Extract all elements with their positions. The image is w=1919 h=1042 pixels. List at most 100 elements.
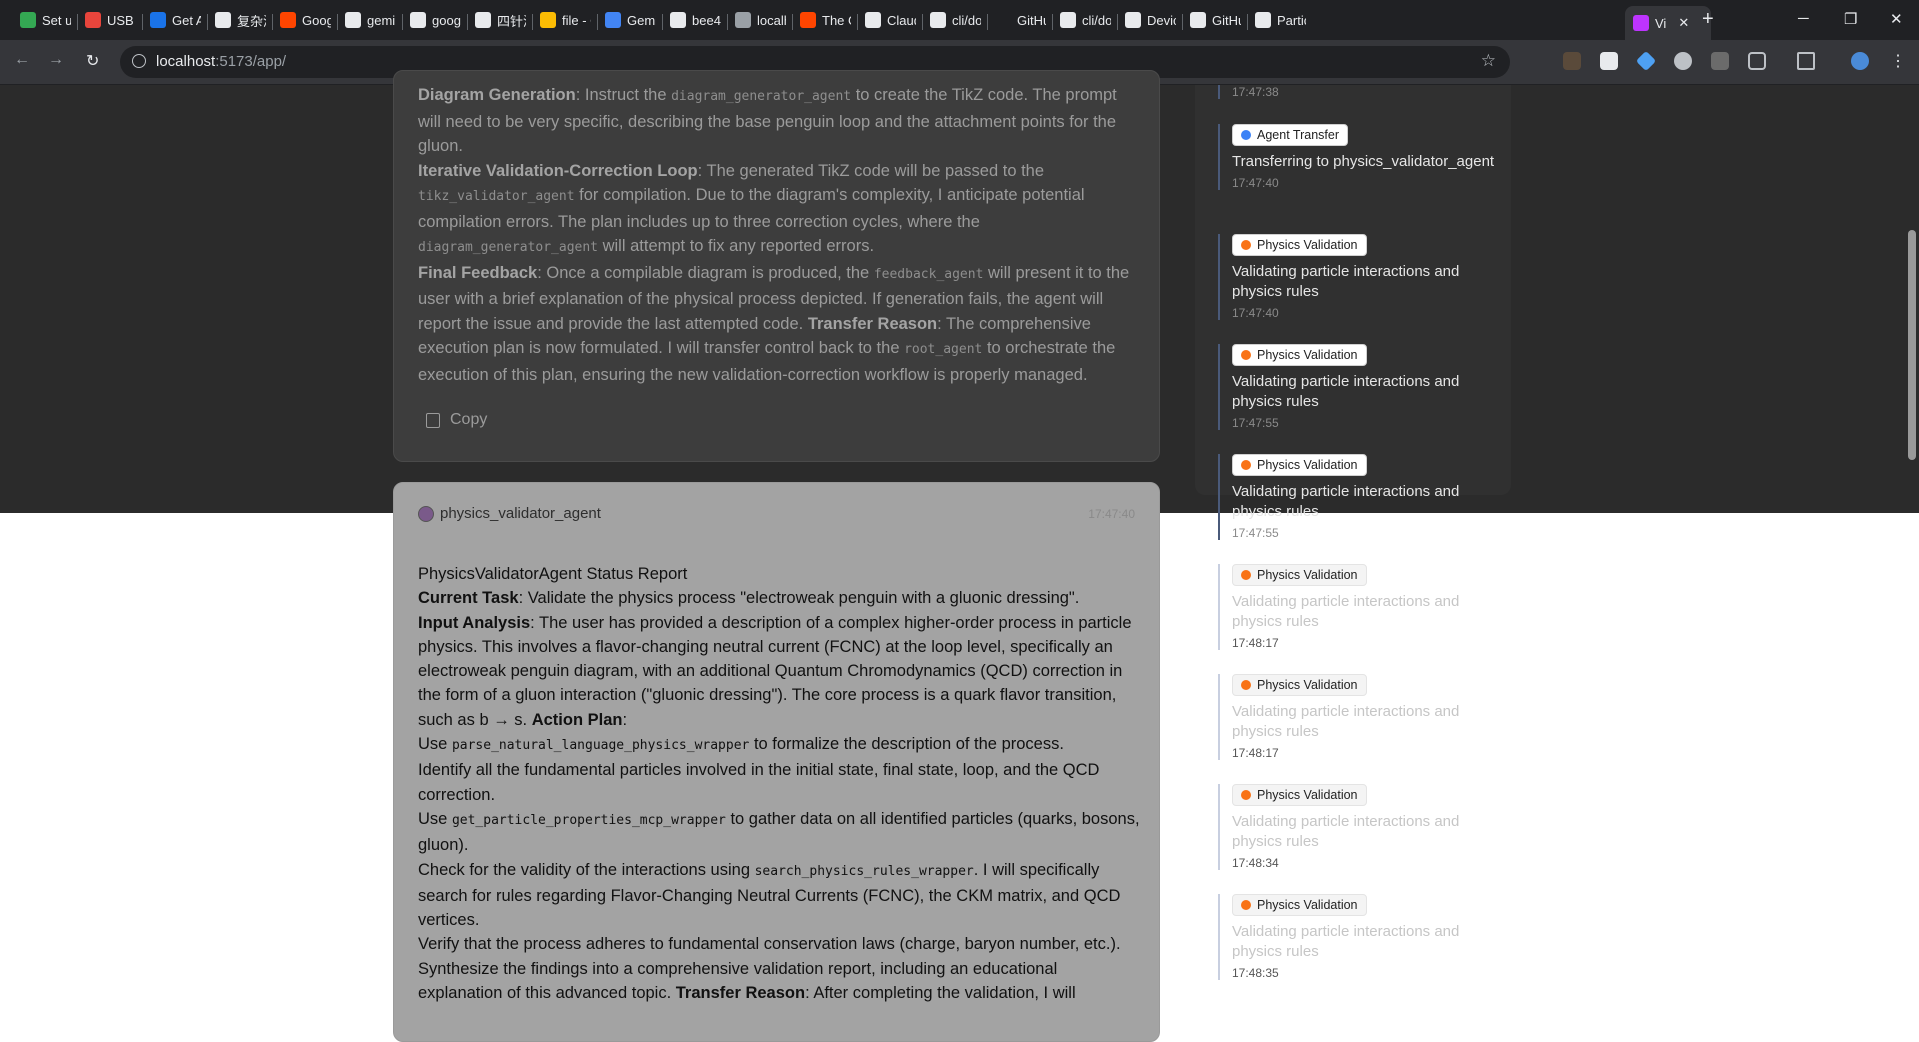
tab-favicon-icon xyxy=(540,12,556,28)
extensions-puzzle-icon[interactable] xyxy=(1748,52,1766,70)
section-label: Current Task xyxy=(418,589,519,608)
section-text: : Validate the physics process "electrow… xyxy=(518,589,1080,608)
tab-separator xyxy=(857,14,858,30)
forward-button[interactable]: → xyxy=(48,51,64,69)
copy-button[interactable]: Copy xyxy=(426,411,487,429)
badge-label: Physics Validation xyxy=(1257,348,1358,362)
event-badge: Physics Validation xyxy=(1232,344,1367,366)
timeline-title: Validating particle interactions and phy… xyxy=(1232,373,1460,410)
report-section: Current Task: Validate the physics proce… xyxy=(418,586,1143,610)
browser-tab[interactable]: cli/do xyxy=(1060,8,1111,32)
tab-label: GitHu xyxy=(1212,12,1241,28)
tab-separator xyxy=(467,14,468,30)
timeline-item[interactable]: Agent Transfer Transferring to physics_va… xyxy=(1218,124,1498,190)
tab-favicon-icon xyxy=(865,12,881,28)
browser-tab[interactable]: Gemin xyxy=(605,8,656,32)
event-badge: Physics Validation xyxy=(1232,234,1367,256)
browser-tab[interactable]: cli/do xyxy=(930,8,981,32)
browser-tab[interactable]: file - C xyxy=(540,8,591,32)
tab-separator xyxy=(1182,14,1183,30)
tab-label: Partic xyxy=(1277,12,1306,28)
tab-favicon-icon xyxy=(1125,12,1141,28)
step-label: Transfer Reason xyxy=(807,314,938,333)
inline-code: get_particle_properties_mcp_wrapper xyxy=(451,812,726,828)
extension-icon[interactable] xyxy=(1635,50,1657,72)
event-type-icon xyxy=(1241,460,1251,470)
timeline-item[interactable]: Physics Validation Validating particle in… xyxy=(1218,894,1498,980)
timeline-item[interactable]: Physics Validation Validating particle in… xyxy=(1218,784,1498,870)
timeline-time: 17:47:38 xyxy=(1232,85,1279,99)
bookmark-star-icon[interactable]: ☆ xyxy=(1481,51,1496,71)
step-text: : The generated TikZ code will be passed… xyxy=(697,161,1045,180)
browser-tab[interactable]: Googl xyxy=(280,8,331,32)
scrollbar[interactable] xyxy=(1908,230,1916,460)
tab-separator xyxy=(1052,14,1053,30)
minimize-icon[interactable]: ─ xyxy=(1798,10,1809,27)
browser-tab[interactable]: Set up xyxy=(20,8,71,32)
inline-code: diagram_generator_agent xyxy=(671,89,852,104)
step-text: Use xyxy=(418,809,452,828)
event-type-icon xyxy=(1241,680,1251,690)
browser-tab[interactable]: 四针湿 xyxy=(475,8,526,32)
site-info-icon[interactable] xyxy=(132,54,146,68)
profile-avatar[interactable] xyxy=(1851,52,1869,70)
tab-label: Get A xyxy=(172,12,201,28)
tab-favicon-icon xyxy=(345,12,361,28)
browser-tab[interactable]: Claud xyxy=(865,8,916,32)
timeline-item[interactable]: Physics Validation Validating particle in… xyxy=(1218,344,1498,430)
timeline-title: Validating particle interactions and phy… xyxy=(1232,483,1460,520)
event-type-icon xyxy=(1241,130,1251,140)
tab-favicon-icon xyxy=(800,12,816,28)
tab-label: cli/do xyxy=(952,12,981,28)
browser-tab[interactable]: GitHu xyxy=(995,8,1046,32)
restore-icon[interactable]: ❐ xyxy=(1844,10,1857,28)
step-text: : Instruct the xyxy=(575,86,672,104)
section-label: Action Plan xyxy=(531,710,623,729)
close-window-icon[interactable]: ✕ xyxy=(1890,10,1903,28)
tab-separator xyxy=(337,14,338,30)
tab-favicon-icon xyxy=(670,12,686,28)
timeline-item[interactable]: Physics Validation Validating particle in… xyxy=(1218,564,1498,650)
extension-icon[interactable] xyxy=(1563,52,1581,70)
new-tab-button[interactable]: + xyxy=(1702,8,1714,31)
browser-tab[interactable]: USB C xyxy=(85,8,136,32)
tab-favicon-icon xyxy=(85,12,101,28)
copy-icon xyxy=(426,412,440,428)
event-type-icon xyxy=(1241,240,1251,250)
reload-button[interactable]: ↻ xyxy=(86,51,99,71)
timeline-item[interactable]: Physics Validation Validating particle in… xyxy=(1218,234,1498,320)
inline-code: search_physics_rules_wrapper xyxy=(754,863,974,879)
url-text[interactable]: localhost:5173/app/ xyxy=(156,53,286,70)
browser-tab[interactable]: localh xyxy=(735,8,786,32)
timeline-item[interactable]: Physics Validation Validating particle in… xyxy=(1218,674,1498,760)
browser-tab[interactable]: 复杂湿 xyxy=(215,8,266,32)
tab-favicon-icon xyxy=(1255,12,1271,28)
side-panel-icon[interactable] xyxy=(1797,52,1815,70)
browser-tab[interactable]: Get A xyxy=(150,8,201,32)
browser-tab[interactable]: gemin xyxy=(345,8,396,32)
browser-tab[interactable]: bee4c xyxy=(670,8,721,32)
extension-icon[interactable] xyxy=(1711,52,1729,70)
back-button[interactable]: ← xyxy=(14,51,30,69)
extension-icon[interactable] xyxy=(1600,52,1618,70)
more-menu-icon[interactable]: ⋮ xyxy=(1890,51,1906,71)
browser-tab[interactable]: Devic xyxy=(1125,8,1176,32)
tab-separator xyxy=(142,14,143,30)
browser-tab[interactable]: GitHu xyxy=(1190,8,1241,32)
event-badge: Physics Validation xyxy=(1232,564,1367,586)
tab-favicon-icon xyxy=(605,12,621,28)
step-label: Iterative Validation-Correction Loop xyxy=(418,161,698,180)
timeline-item[interactable]: Physics Validation Validating particle in… xyxy=(1218,454,1498,540)
browser-tab[interactable]: Partic xyxy=(1255,8,1306,32)
close-tab-icon[interactable]: ✕ xyxy=(1678,15,1689,31)
browser-tab[interactable]: googl xyxy=(410,8,461,32)
tab-favicon-icon xyxy=(1060,12,1076,28)
tab-favicon-icon xyxy=(475,12,491,28)
browser-tab[interactable]: The G xyxy=(800,8,851,32)
step-text: : Once a compilable diagram is produced,… xyxy=(537,263,874,282)
vite-icon xyxy=(1633,15,1649,31)
tab-active[interactable]: Vi ✕ xyxy=(1625,6,1711,40)
extension-icon[interactable] xyxy=(1674,52,1692,70)
tab-label: localh xyxy=(757,12,786,28)
plan-step: Use parse_natural_language_physics_wrapp… xyxy=(418,732,1143,758)
